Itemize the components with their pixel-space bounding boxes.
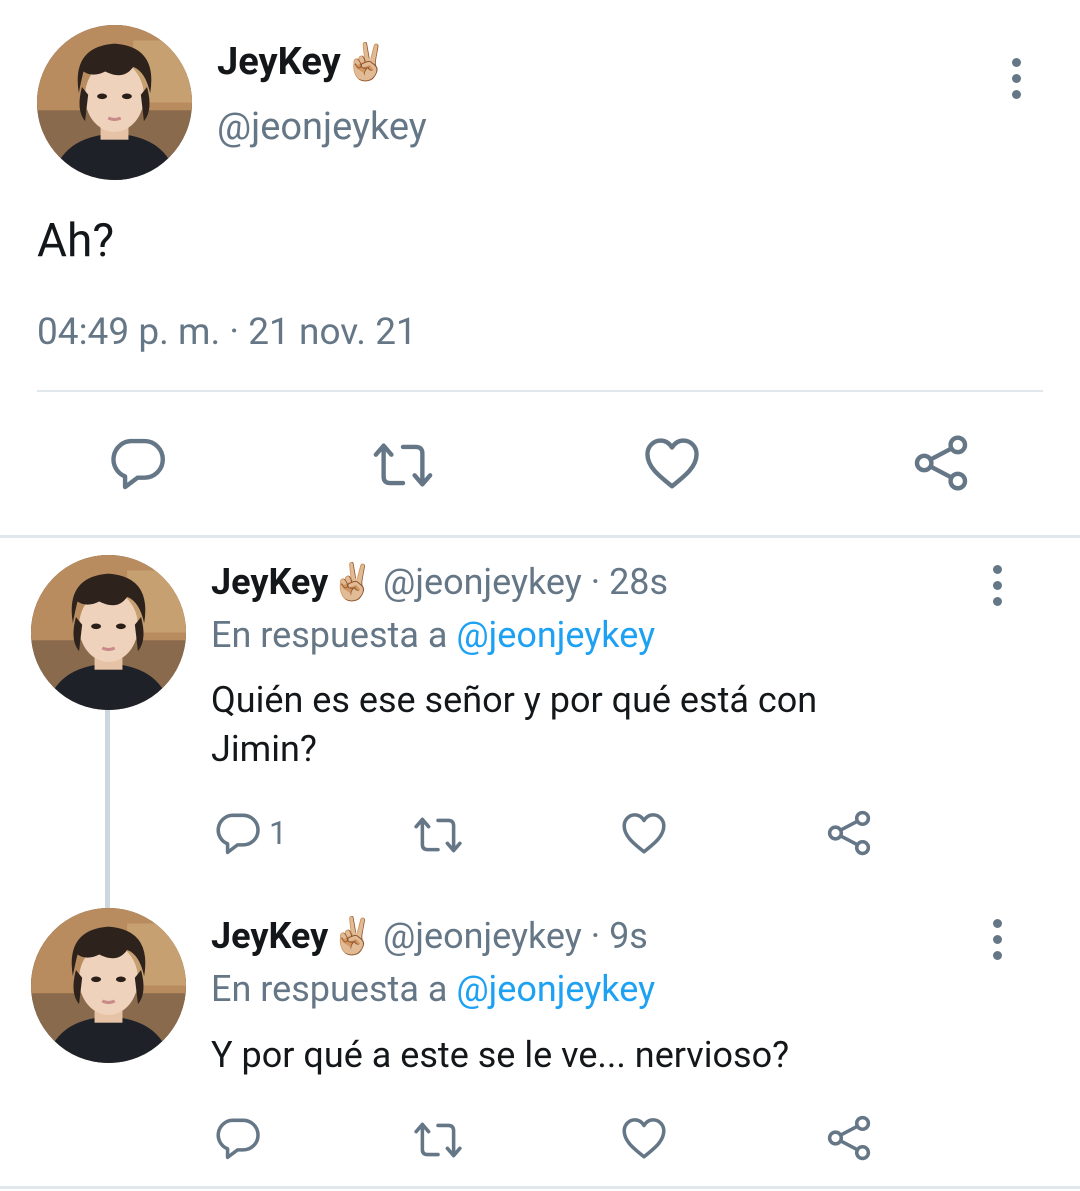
display-name[interactable]: JeyKey	[211, 915, 328, 957]
reply-context: En respuesta a @jeonjeykey	[211, 612, 655, 658]
more-options-icon[interactable]	[1006, 58, 1026, 99]
like-button[interactable]	[619, 1113, 669, 1163]
avatar[interactable]	[31, 555, 186, 710]
avatar[interactable]	[37, 25, 192, 180]
like-button[interactable]	[641, 432, 703, 494]
retweet-icon	[413, 1115, 463, 1165]
reply-time[interactable]: · 28s	[591, 561, 668, 603]
display-name[interactable]: JeyKey	[211, 561, 328, 603]
retweet-button[interactable]	[413, 810, 463, 860]
retweet-button[interactable]	[372, 434, 434, 496]
reply-text-line: Jimin?	[211, 728, 317, 770]
timestamp[interactable]: 04:49 p. m. · 21 nov. 21	[37, 310, 417, 356]
handle[interactable]: @jeonjeykey	[383, 915, 582, 957]
reply-text-line: Quién es ese señor y por qué está con	[211, 679, 818, 721]
mention-link[interactable]: @jeonjeykey	[456, 968, 655, 1010]
share-button[interactable]	[910, 432, 972, 494]
reply-count: 1	[269, 814, 287, 852]
handle[interactable]: @jeonjeykey	[383, 561, 582, 603]
reply-icon	[107, 432, 169, 494]
reply-prefix: En respuesta a	[211, 614, 448, 656]
reply-header: JeyKey✌🏼 @jeonjeykey · 9s	[211, 913, 648, 959]
thread-line	[105, 710, 110, 910]
share-icon	[910, 432, 972, 494]
like-icon	[619, 1113, 669, 1163]
avatar[interactable]	[31, 908, 186, 1063]
reply-icon	[213, 808, 263, 858]
share-button[interactable]	[824, 1113, 874, 1163]
victory-hand-emoji-icon: ✌🏼	[343, 41, 389, 83]
bottom-divider	[0, 1186, 1080, 1189]
reply-button[interactable]: 1	[213, 808, 287, 858]
like-icon	[619, 808, 669, 858]
mention-link[interactable]: @jeonjeykey	[456, 614, 655, 656]
like-button[interactable]	[619, 808, 669, 858]
display-name[interactable]: JeyKey✌🏼	[217, 39, 389, 85]
reply-text-line: Y por qué a este se le ve... nervioso?	[211, 1034, 790, 1076]
share-icon	[824, 808, 874, 858]
retweet-icon	[413, 810, 463, 860]
victory-hand-emoji-icon: ✌🏼	[330, 561, 376, 603]
display-name-text[interactable]: JeyKey	[217, 40, 341, 84]
reply-button[interactable]	[107, 432, 169, 494]
victory-hand-emoji-icon: ✌🏼	[330, 915, 376, 957]
divider	[37, 390, 1043, 392]
more-options-icon[interactable]	[987, 919, 1007, 960]
section-divider	[0, 535, 1080, 538]
more-options-icon[interactable]	[987, 565, 1007, 606]
share-button[interactable]	[824, 808, 874, 858]
share-icon	[824, 1113, 874, 1163]
reply-button[interactable]	[213, 1113, 263, 1163]
tweet-text: Ah?	[37, 214, 115, 268]
retweet-button[interactable]	[413, 1115, 463, 1165]
reply-icon	[213, 1113, 263, 1163]
reply-time[interactable]: · 9s	[591, 915, 648, 957]
reply-prefix: En respuesta a	[211, 968, 448, 1010]
like-icon	[641, 432, 703, 494]
retweet-icon	[372, 434, 434, 496]
reply-header: JeyKey✌🏼 @jeonjeykey · 28s	[211, 559, 668, 605]
handle[interactable]: @jeonjeykey	[217, 104, 427, 150]
reply-context: En respuesta a @jeonjeykey	[211, 966, 655, 1012]
